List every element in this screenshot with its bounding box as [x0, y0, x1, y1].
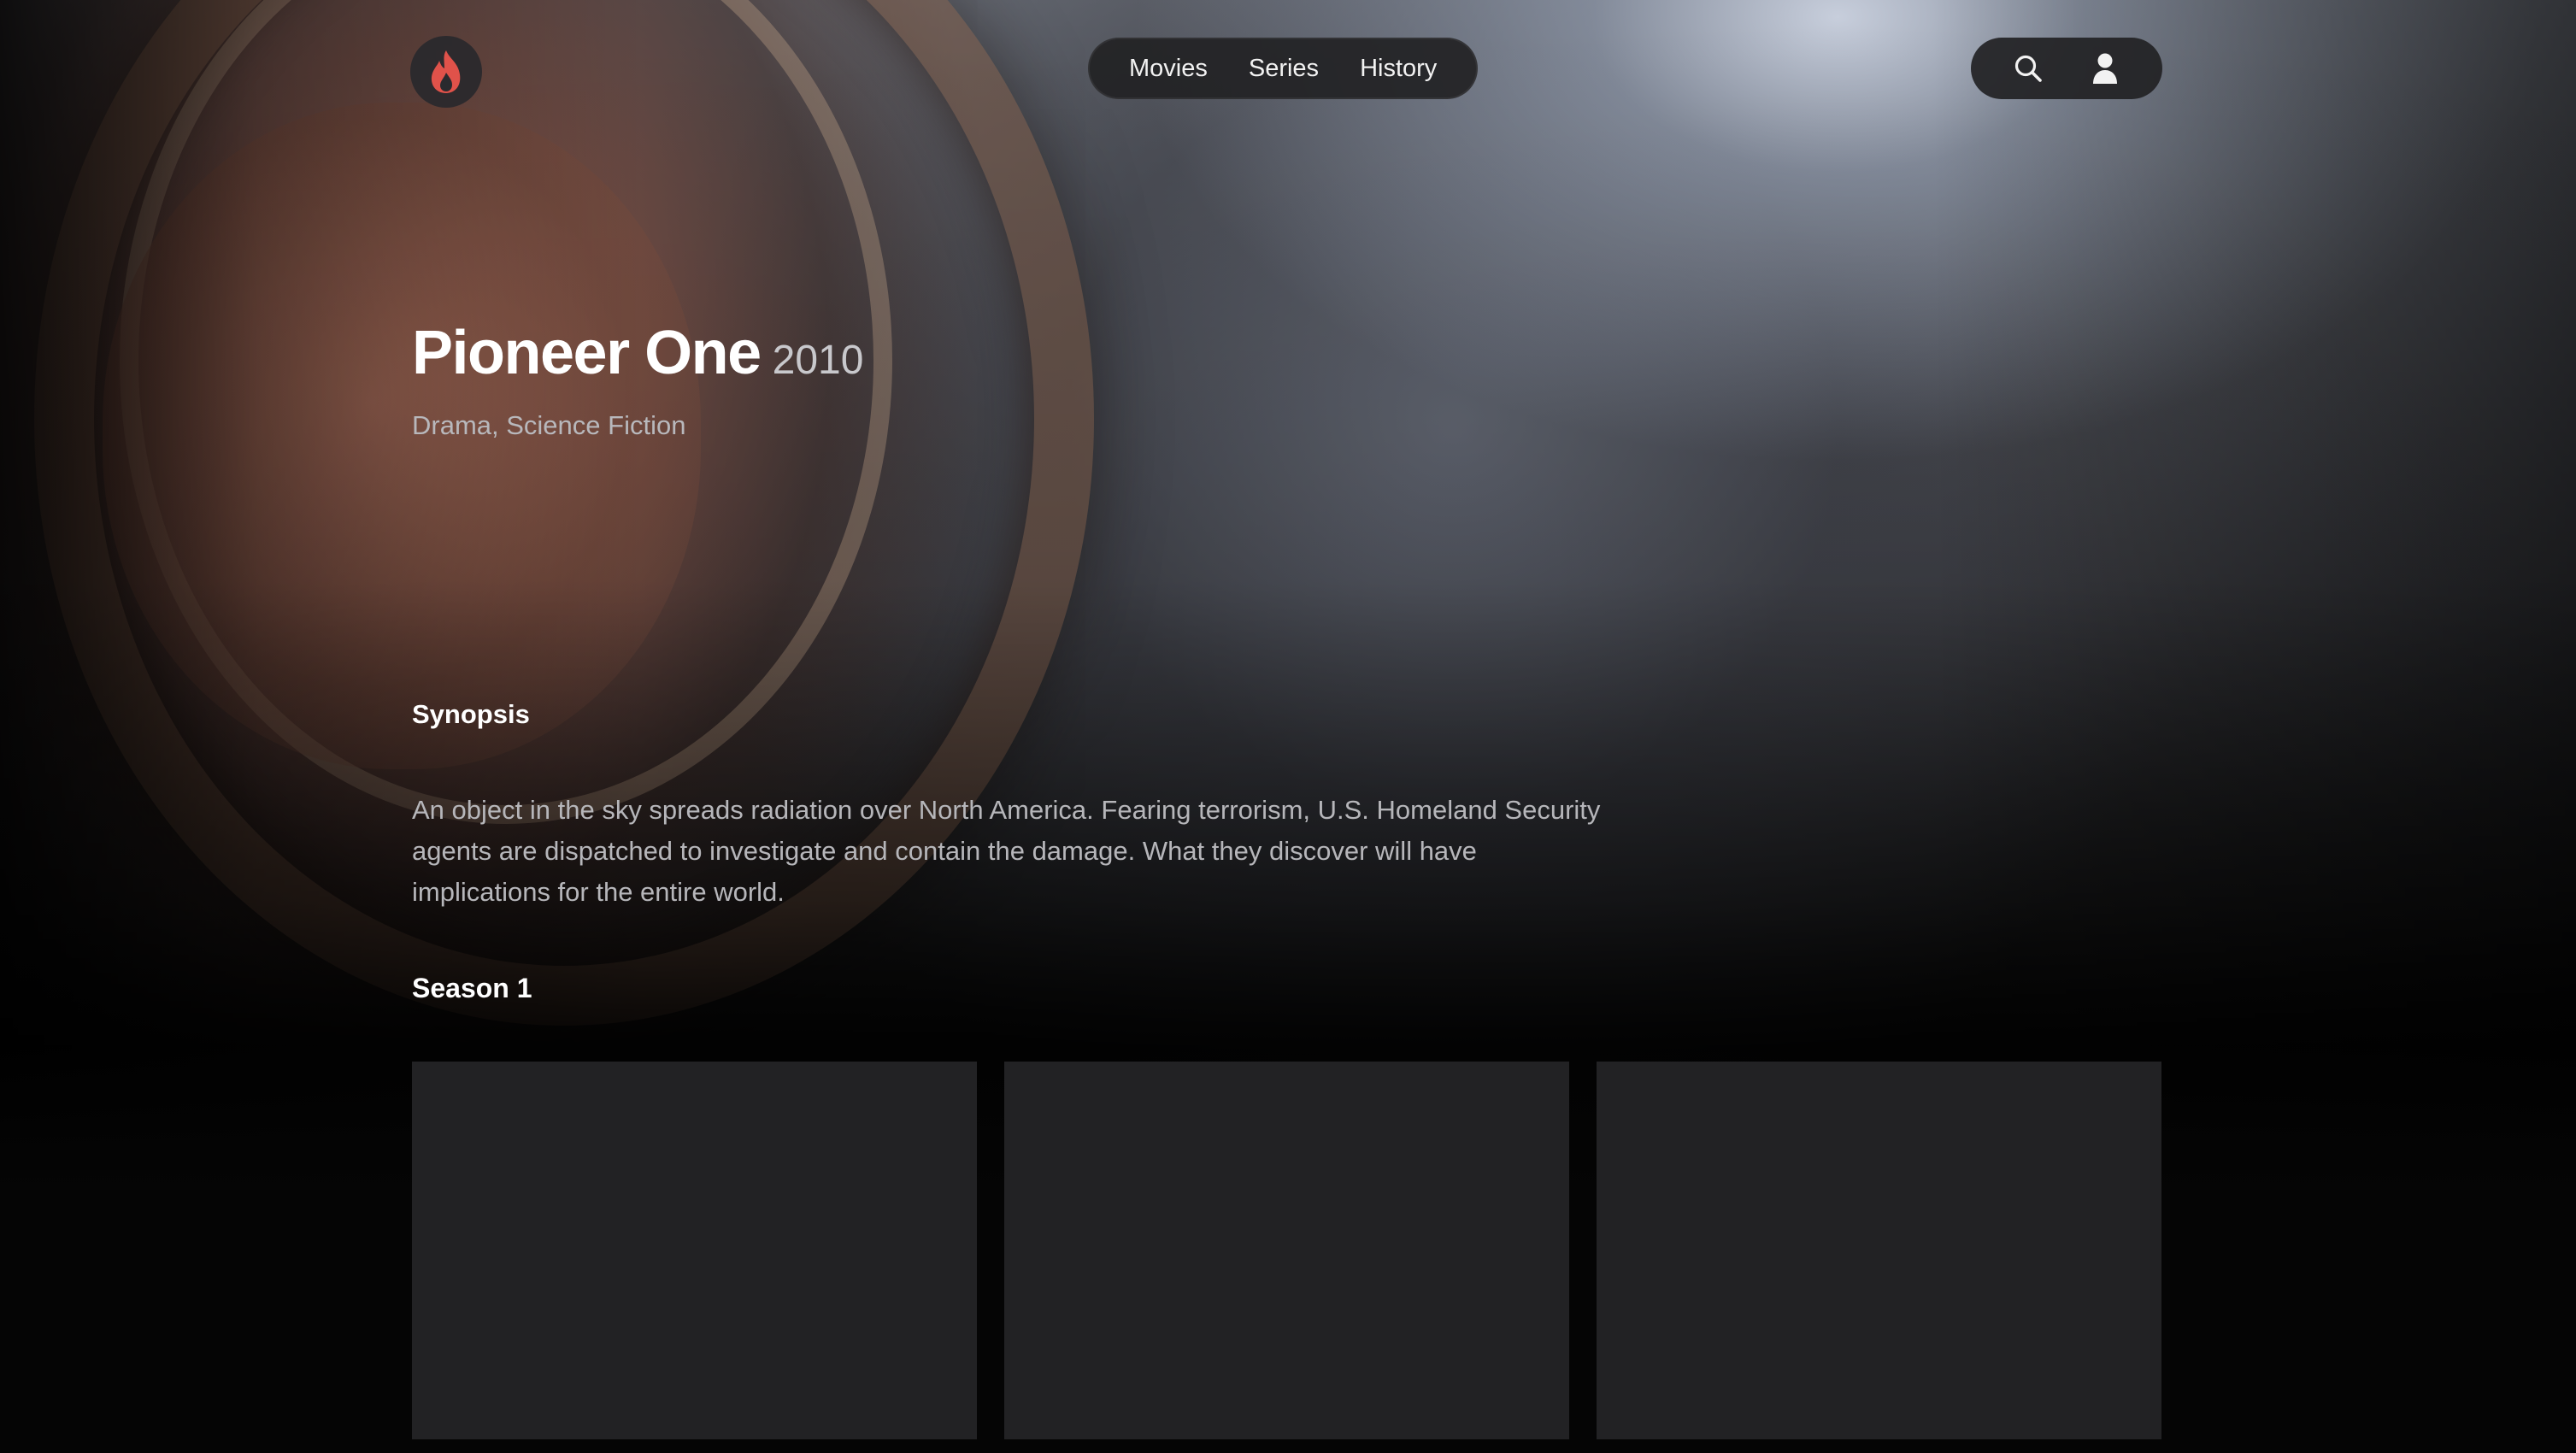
episode-card[interactable] [412, 1062, 977, 1439]
episode-card[interactable] [1004, 1062, 1569, 1439]
synopsis-heading: Synopsis [412, 699, 530, 729]
nav-item-series[interactable]: Series [1249, 55, 1319, 83]
search-icon [2014, 55, 2042, 82]
flame-icon [431, 50, 461, 93]
synopsis-text: An object in the sky spreads radiation o… [412, 795, 1601, 907]
main-nav: Movies Series History [1088, 38, 1479, 99]
season-heading: Season 1 [412, 973, 532, 1003]
profile-button[interactable] [2086, 50, 2124, 87]
title-row: Pioneer One 2010 [412, 318, 863, 388]
show-detail-page: Movies Series History Pioneer One 2010 D… [0, 0, 2576, 1453]
user-icon [2093, 53, 2117, 84]
nav-item-movies[interactable]: Movies [1129, 55, 1208, 83]
nav-item-history[interactable]: History [1360, 55, 1437, 83]
logo-button[interactable] [410, 36, 482, 108]
search-button[interactable] [2009, 50, 2047, 87]
show-year: 2010 [772, 338, 864, 383]
show-title: Pioneer One [412, 319, 762, 387]
episode-card[interactable] [1597, 1062, 2161, 1439]
show-genres: Drama, Science Fiction [412, 410, 686, 440]
episode-list [412, 1062, 2161, 1439]
header-actions [1971, 38, 2162, 99]
